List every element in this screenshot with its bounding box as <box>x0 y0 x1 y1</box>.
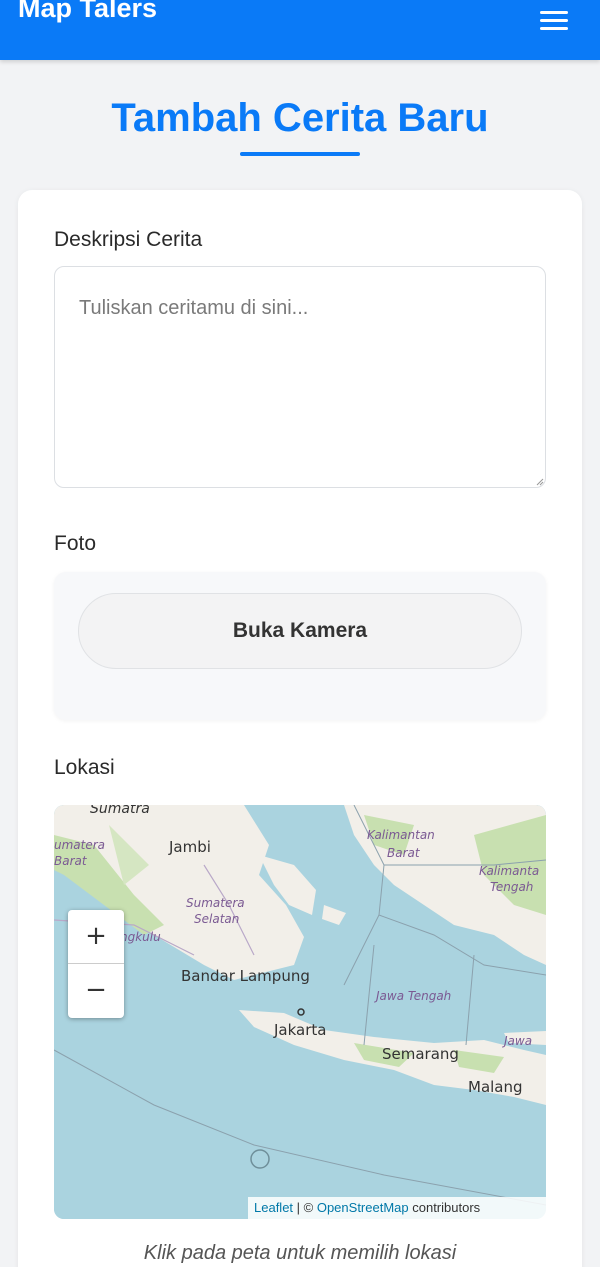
openstreetmap-link[interactable]: OpenStreetMap <box>317 1200 409 1215</box>
zoom-in-button[interactable]: + <box>68 910 124 963</box>
map-label-sumatera-selatan-2: Selatan <box>194 912 239 926</box>
page-title: Tambah Cerita Baru <box>111 96 489 140</box>
app-brand[interactable]: Map Talers <box>18 0 157 24</box>
top-navbar: Map Talers <box>0 0 600 60</box>
map-label-jawa-tengah: Jawa Tengah <box>374 989 451 1003</box>
map-label-malang: Malang <box>468 1078 523 1096</box>
leaflet-link[interactable]: Leaflet <box>254 1200 293 1215</box>
resize-grip-icon[interactable] <box>536 478 544 486</box>
map-label-jakarta: Jakarta <box>273 1021 326 1039</box>
map-hint: Klik pada peta untuk memilih lokasi <box>143 1242 457 1264</box>
map-label-kalteng-2: Tengah <box>490 880 533 894</box>
location-map[interactable]: Sumatra umatera Barat Jambi Sumatera Sel… <box>54 805 546 1219</box>
map-label-sumatra: Sumatra <box>90 805 150 817</box>
hamburger-menu-icon[interactable] <box>538 6 570 34</box>
attribution-separator: | © <box>293 1200 317 1215</box>
description-label: Deskripsi Cerita <box>54 228 203 251</box>
zoom-out-button[interactable]: − <box>68 963 124 1016</box>
title-underline <box>240 152 360 156</box>
map-label-kalbar-2: Barat <box>387 846 421 860</box>
map-label-jambi: Jambi <box>168 838 211 856</box>
map-label-jawa-timur: Jawa <box>502 1034 532 1048</box>
photo-label: Foto <box>54 532 97 555</box>
map-label-sumatera-barat-1: umatera <box>54 838 105 852</box>
map-zoom-control: + − <box>68 910 124 1018</box>
map-label-bengkulu: ngkulu <box>120 930 161 944</box>
map-label-semarang: Semarang <box>382 1045 459 1063</box>
map-label-kalteng-1: Kalimanta <box>479 864 539 878</box>
map-label-kalbar-1: Kalimantan <box>367 828 435 842</box>
map-tiles[interactable]: Sumatra umatera Barat Jambi Sumatera Sel… <box>54 805 546 1219</box>
map-label-bandar-lampung: Bandar Lampung <box>181 967 310 985</box>
map-label-sumatera-barat-2: Barat <box>54 854 88 868</box>
map-label-sumatera-selatan-1: Sumatera <box>186 896 245 910</box>
open-camera-button[interactable]: Buka Kamera <box>78 593 522 669</box>
description-textarea[interactable] <box>54 266 546 488</box>
location-label: Lokasi <box>54 756 115 779</box>
attribution-suffix: contributors <box>408 1200 481 1215</box>
map-attribution: Leaflet | © OpenStreetMap contributors <box>248 1197 546 1219</box>
